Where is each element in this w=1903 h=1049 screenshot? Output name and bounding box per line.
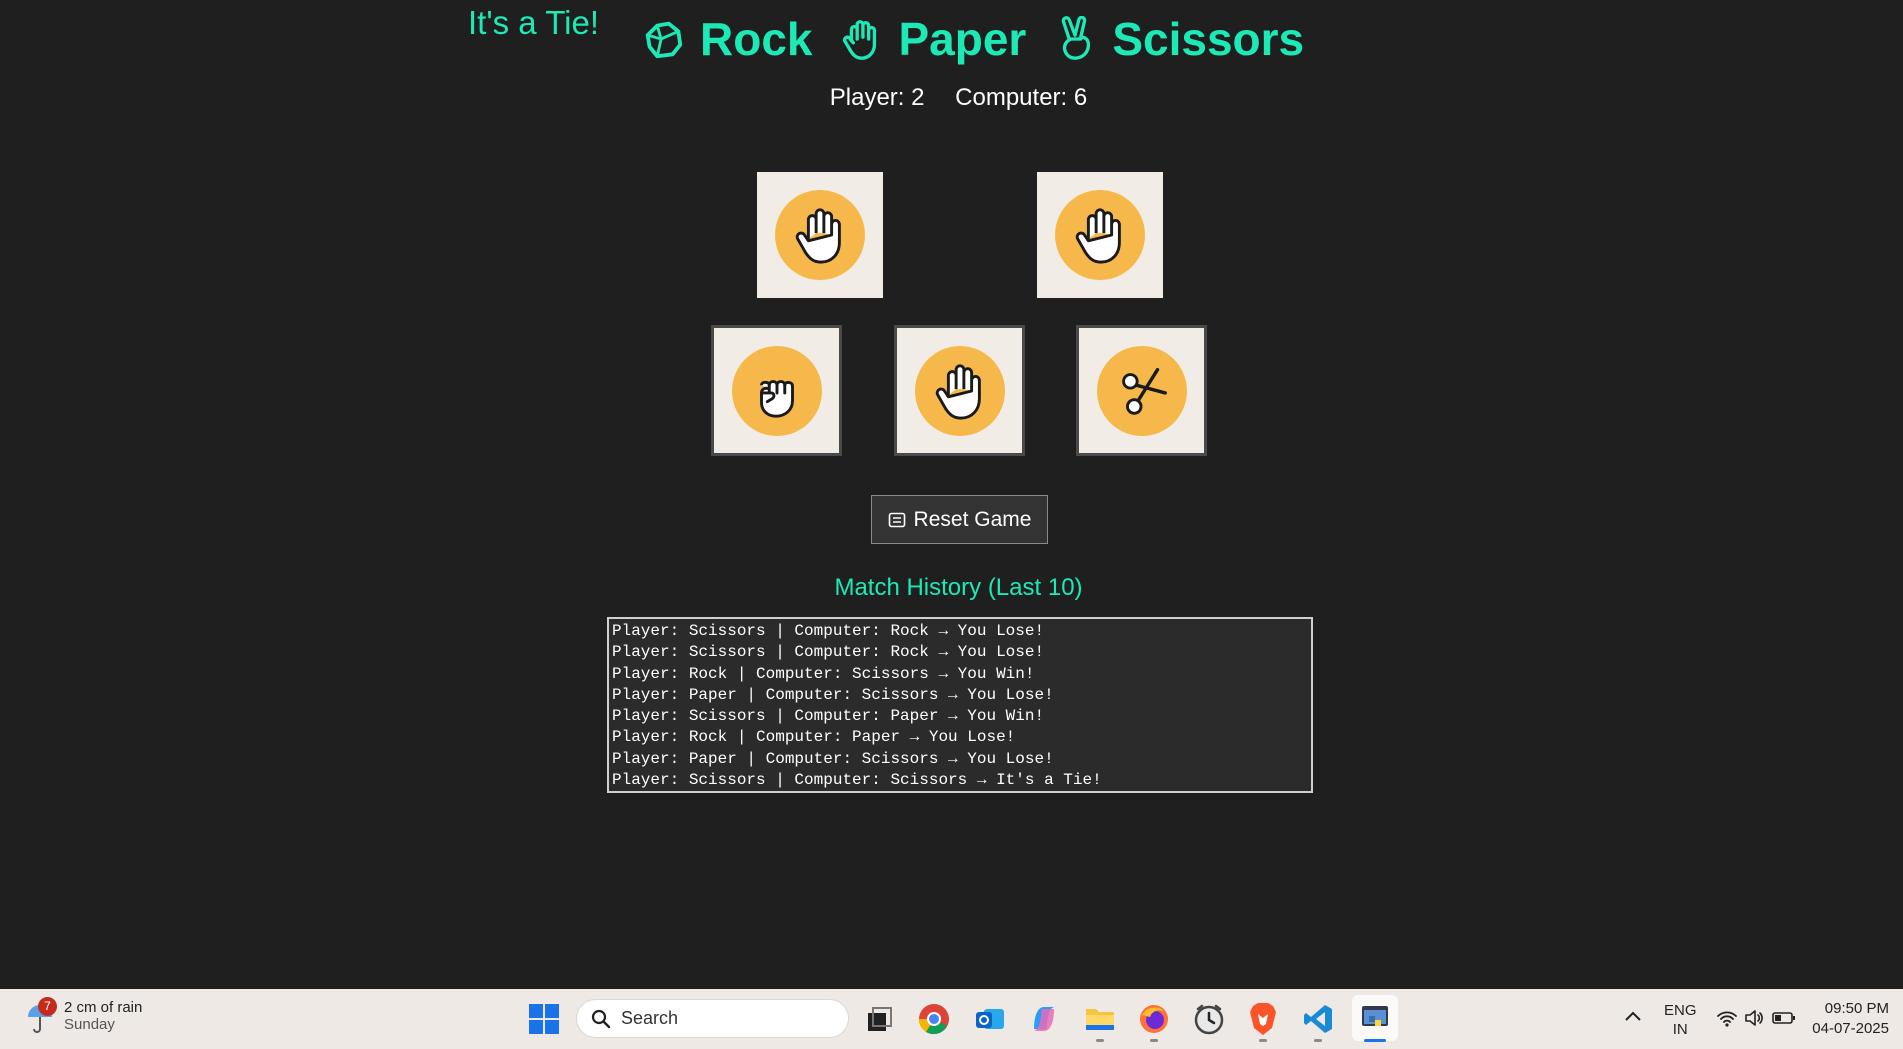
firefox-icon[interactable] <box>1138 1003 1170 1035</box>
clock-date: 04-07-2025 <box>1812 1020 1889 1037</box>
language-top: ENG <box>1664 1002 1697 1019</box>
paper-hand-icon <box>914 345 1005 436</box>
wifi-icon[interactable] <box>1716 1009 1738 1027</box>
scoreboard: Player: 2 Computer: 6 <box>0 84 1903 112</box>
result-status: It's a Tie! <box>468 4 600 41</box>
reset-icon <box>888 512 905 527</box>
victory-hand-icon <box>1062 16 1091 60</box>
taskbar-search[interactable]: Search <box>576 999 849 1038</box>
hand-icon <box>843 20 877 60</box>
rock-icon <box>645 21 683 59</box>
reset-button[interactable]: Reset Game <box>871 495 1048 544</box>
reset-label: Reset Game <box>913 507 1032 531</box>
taskbar: 7 2 cm of rain Sunday Search ENG IN 09:5… <box>0 989 1903 1049</box>
weather-widget[interactable]: 7 2 cm of rain Sunday <box>24 997 143 1035</box>
title-word-paper: Paper <box>898 13 1027 65</box>
history-row: Player: Scissors | Computer: Rock → You … <box>612 643 1045 662</box>
player-choice-card <box>757 172 883 298</box>
computer-score: Computer: 6 <box>955 84 1088 111</box>
battery-icon[interactable] <box>1772 1010 1796 1026</box>
system-clock[interactable]: 09:50 PM 04-07-2025 <box>1812 999 1889 1039</box>
outlook-icon[interactable] <box>974 1003 1006 1035</box>
paper-hand-icon <box>775 190 865 280</box>
vscode-icon[interactable] <box>1302 1003 1334 1035</box>
history-row: Player: Rock | Computer: Scissors → You … <box>612 664 1035 683</box>
weather-text: 2 cm of rain <box>64 999 143 1016</box>
page-title: Rock Paper Scissors <box>640 10 1316 68</box>
active-indicator <box>1364 1039 1386 1042</box>
scissors-icon <box>1096 345 1187 436</box>
clock-app-icon[interactable] <box>1193 1003 1225 1035</box>
paper-button[interactable] <box>894 325 1025 456</box>
history-row: Player: Scissors | Computer: Scissors → … <box>612 771 1102 790</box>
title-word-scissors: Scissors <box>1112 13 1305 65</box>
computer-choice-card <box>1037 172 1163 298</box>
running-indicator <box>1314 1039 1322 1042</box>
history-row: Player: Paper | Computer: Scissors → You… <box>612 685 1054 704</box>
running-indicator <box>1150 1039 1158 1042</box>
history-row: Player: Rock | Computer: Paper → You Los… <box>612 728 1016 747</box>
weather-day: Sunday <box>64 1016 115 1033</box>
title-word-rock: Rock <box>700 13 813 65</box>
rock-button[interactable] <box>711 325 842 456</box>
chevron-up-icon[interactable] <box>1624 1009 1642 1023</box>
search-icon <box>591 1009 611 1028</box>
match-history-list[interactable]: Player: Scissors | Computer: Rock → You … <box>607 617 1313 793</box>
scissors-button[interactable] <box>1076 325 1207 456</box>
umbrella-icon: 7 <box>24 997 57 1035</box>
player-score: Player: 2 <box>829 84 925 111</box>
task-view-icon[interactable] <box>864 1005 894 1035</box>
paper-hand-icon <box>1055 190 1145 280</box>
history-row: Player: Scissors | Computer: Rock → You … <box>612 622 1045 640</box>
volume-icon[interactable] <box>1744 1009 1766 1027</box>
chrome-icon[interactable] <box>918 1003 950 1035</box>
match-history-title: Match History (Last 10) <box>834 574 1083 601</box>
copilot-icon[interactable] <box>1028 1003 1060 1035</box>
search-placeholder: Search <box>621 1008 679 1028</box>
history-row: Player: Paper | Computer: Scissors → You… <box>612 749 1054 768</box>
python-app-icon[interactable] <box>1359 1002 1391 1034</box>
brave-icon[interactable] <box>1248 1002 1278 1036</box>
running-indicator <box>1096 1039 1104 1042</box>
running-indicator <box>1259 1039 1267 1042</box>
file-explorer-icon[interactable] <box>1084 1003 1116 1033</box>
clock-time: 09:50 PM <box>1824 1000 1889 1017</box>
weather-badge: 7 <box>38 997 57 1016</box>
windows-start-icon[interactable] <box>528 1003 560 1035</box>
rock-fist-icon <box>731 345 822 436</box>
history-row: Player: Scissors | Computer: Paper → You… <box>612 707 1045 726</box>
language-bottom: IN <box>1672 1021 1688 1038</box>
language-indicator[interactable]: ENG IN <box>1664 1001 1697 1039</box>
